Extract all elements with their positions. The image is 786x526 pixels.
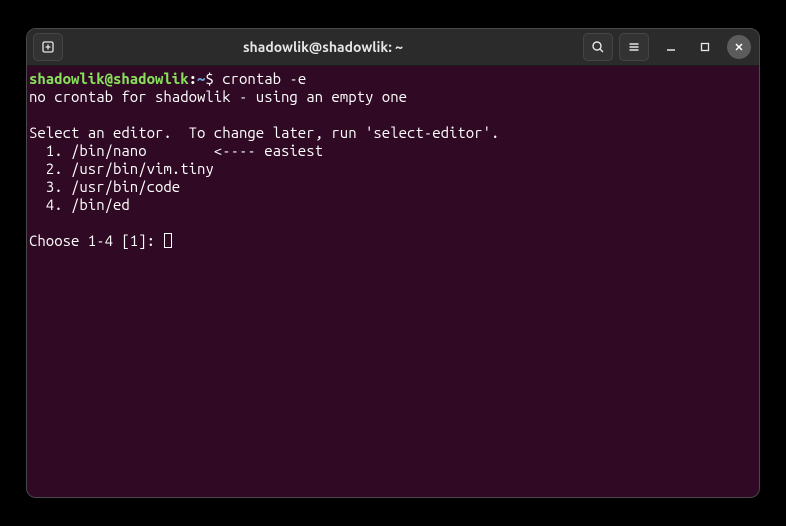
command-text: crontab -e: [222, 70, 306, 87]
terminal-window: shadowlik@shadowlik: ~: [26, 28, 760, 498]
window-title: shadowlik@shadowlik: ~: [69, 39, 577, 55]
search-button[interactable]: [583, 33, 613, 61]
search-icon: [591, 40, 605, 54]
prompt-dollar: $: [205, 70, 213, 87]
prompt-user: shadowlik@shadowlik: [29, 70, 189, 87]
titlebar: shadowlik@shadowlik: ~: [27, 29, 759, 66]
new-tab-button[interactable]: [33, 33, 63, 61]
output-line: no crontab for shadowlik - using an empt…: [29, 88, 407, 105]
menu-button[interactable]: [619, 33, 649, 61]
output-line: 3. /usr/bin/code: [29, 178, 180, 195]
terminal-body[interactable]: shadowlik@shadowlik:~$ crontab -e no cro…: [27, 66, 759, 497]
maximize-icon: [700, 42, 710, 52]
output-line: 1. /bin/nano <---- easiest: [29, 142, 323, 159]
choose-prompt: Choose 1-4 [1]:: [29, 232, 163, 249]
output-line: 4. /bin/ed: [29, 196, 130, 213]
output-line: Select an editor. To change later, run '…: [29, 124, 499, 141]
minimize-icon: [666, 42, 676, 52]
minimize-button[interactable]: [659, 35, 683, 59]
output-line: 2. /usr/bin/vim.tiny: [29, 160, 214, 177]
new-tab-icon: [41, 40, 55, 54]
prompt-colon: :: [189, 70, 197, 87]
close-icon: [734, 42, 744, 52]
close-button[interactable]: [727, 35, 751, 59]
maximize-button[interactable]: [693, 35, 717, 59]
hamburger-icon: [627, 40, 641, 54]
text-cursor: [164, 233, 172, 248]
